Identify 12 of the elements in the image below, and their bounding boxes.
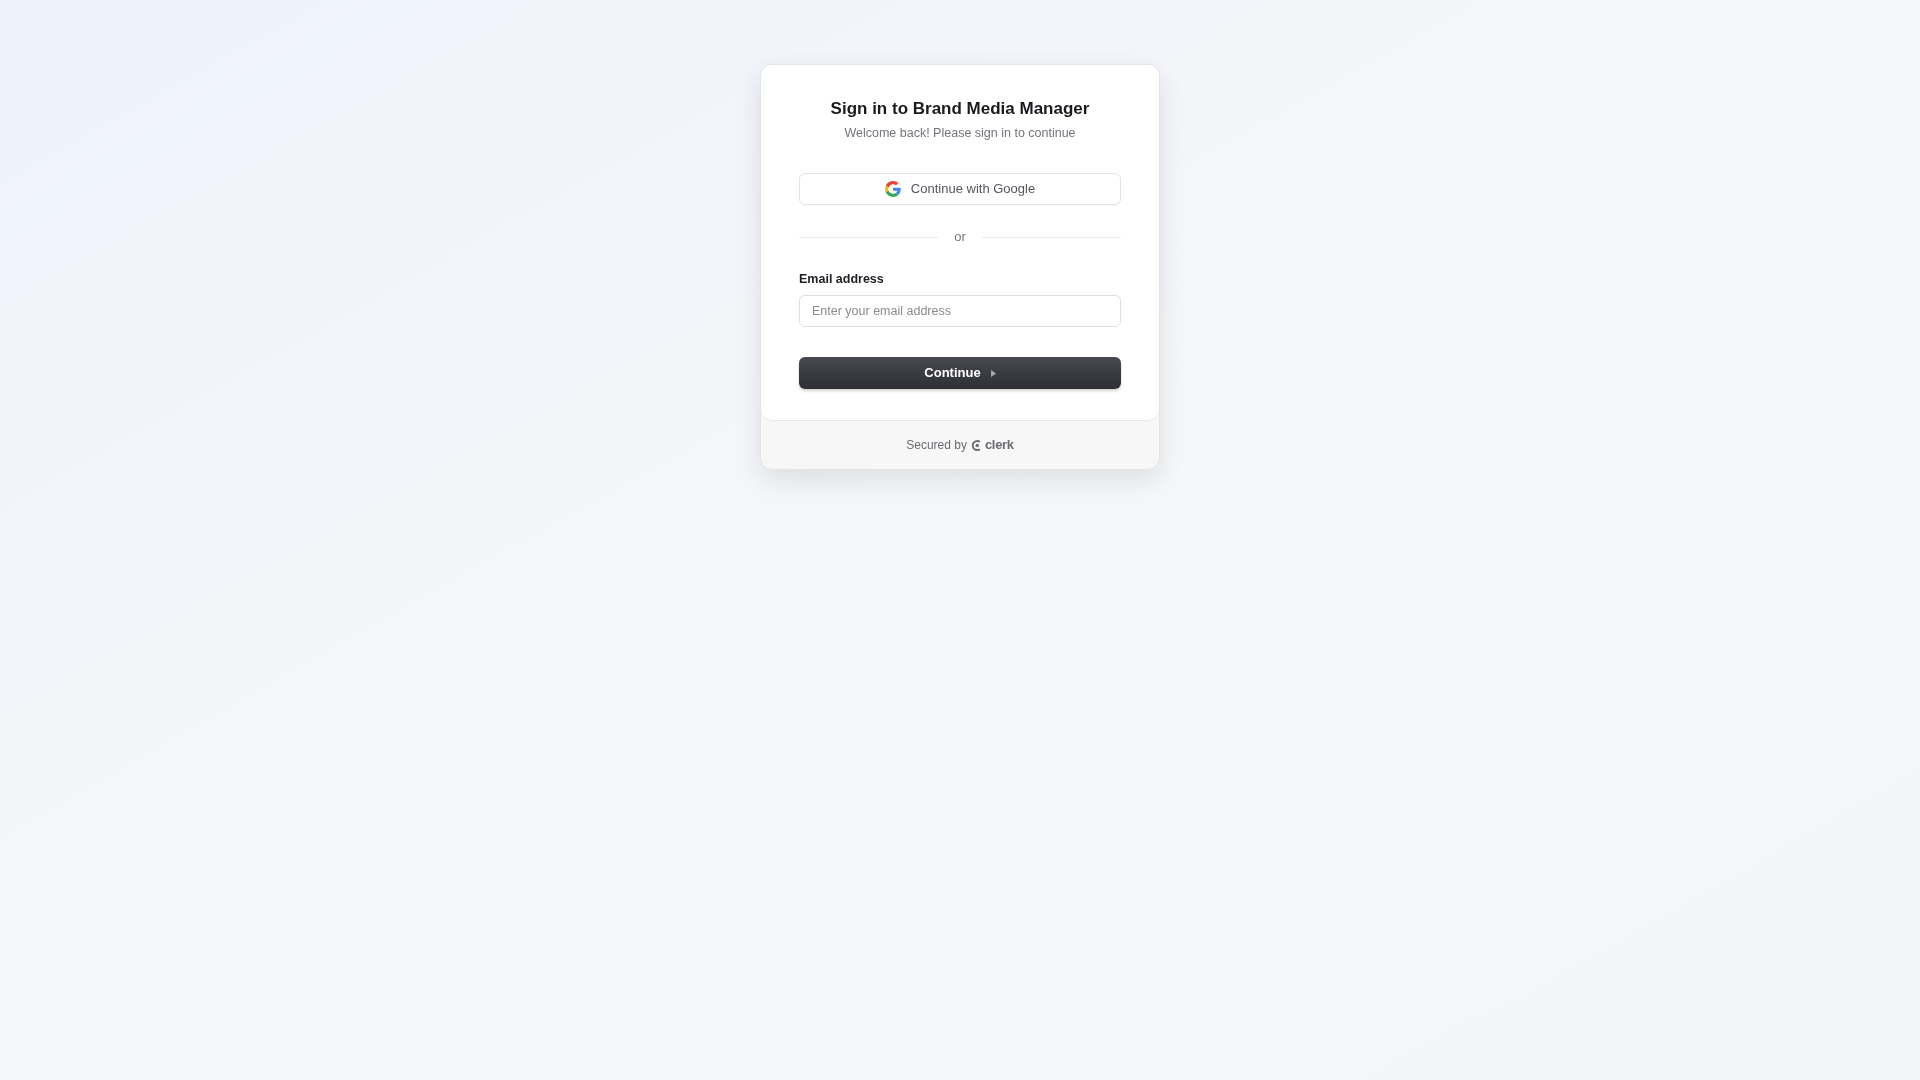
divider-label: or bbox=[954, 229, 966, 245]
secured-by-text: Secured by bbox=[906, 437, 967, 454]
continue-button[interactable]: Continue bbox=[799, 357, 1121, 389]
google-g-icon bbox=[884, 181, 901, 197]
clerk-logo-icon bbox=[970, 438, 983, 452]
clerk-wordmark: clerk bbox=[984, 436, 1014, 455]
play-triangle-icon bbox=[990, 369, 996, 377]
email-label: Email address bbox=[799, 271, 885, 287]
card-title: Sign in to Brand Media Manager bbox=[829, 98, 1091, 120]
email-input-field[interactable]: Enter your email address bbox=[799, 295, 1121, 327]
google-sign-in-button[interactable]: Continue with Google bbox=[799, 173, 1121, 205]
card-subtitle: Welcome back! Please sign in to continue bbox=[843, 125, 1077, 141]
